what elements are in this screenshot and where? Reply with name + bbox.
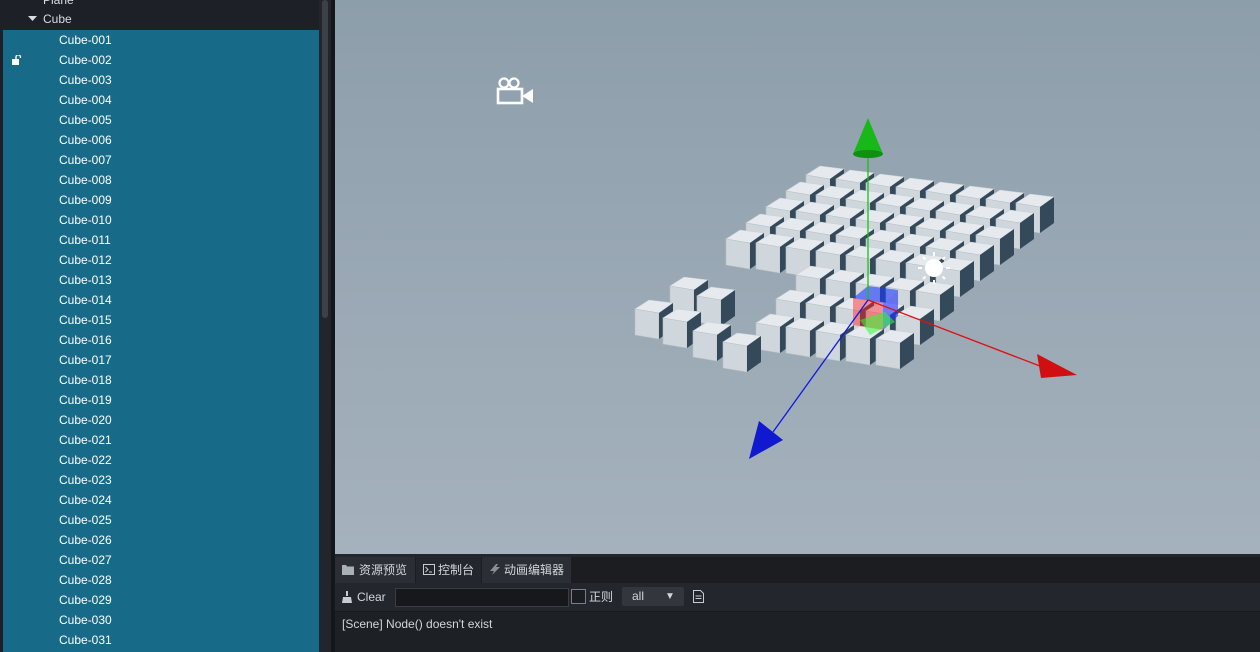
tree-item-label: Cube-001 (59, 33, 112, 47)
unlock-icon[interactable] (12, 55, 22, 65)
folder-icon (342, 565, 354, 575)
tree-item-cube[interactable]: Cube-024 (0, 490, 319, 510)
tree-item-label: Cube-016 (59, 333, 112, 347)
log-level-select[interactable]: all ▼ (622, 587, 684, 606)
tree-item-label: Cube-010 (59, 213, 112, 227)
hierarchy-panel: Plane Cube Cube-001 Cube-002 Cube-003 Cube-… (0, 0, 333, 652)
tree-item-cube[interactable]: Cube-014 (0, 290, 319, 310)
tree-item-label: Cube-022 (59, 453, 112, 467)
tree-item-cube[interactable]: Cube-001 (0, 30, 319, 50)
gizmo-y-arrow-base (853, 150, 883, 158)
tree-item-cube[interactable]: Cube-015 (0, 310, 319, 330)
tree-item-label: Cube-005 (59, 113, 112, 127)
tree-item-cube[interactable]: Cube-028 (0, 570, 319, 590)
tree-item-label: Cube-020 (59, 413, 112, 427)
tree-item-label: Cube-021 (59, 433, 112, 447)
bottom-tab-bar: 资源预览 控制台 动画编辑器 (335, 557, 1260, 583)
tree-item-cube[interactable]: Cube-012 (0, 250, 319, 270)
tab-assets-preview[interactable]: 资源预览 (335, 557, 415, 583)
tree-item-label: Cube-007 (59, 153, 112, 167)
tab-label: 动画编辑器 (504, 563, 565, 577)
broom-icon (342, 591, 352, 603)
tree-item-label: Cube-009 (59, 193, 112, 207)
tree-item-cube[interactable]: Cube-002 (0, 50, 319, 70)
log-level-value: all (632, 589, 645, 603)
tree-item-label: Cube-014 (59, 293, 112, 307)
log-entry[interactable]: [Scene] Node() doesn't exist (342, 617, 492, 631)
tree-item-cube[interactable]: Cube-029 (0, 590, 319, 610)
scene-canvas[interactable] (335, 0, 1260, 554)
tree-item-cube[interactable]: Cube-013 (0, 270, 319, 290)
tree-item-label: Cube-026 (59, 533, 112, 547)
tree-item-label: Cube-017 (59, 353, 112, 367)
tree-item-cube-group[interactable]: Cube (0, 9, 319, 29)
tree-item-cube[interactable]: Cube-027 (0, 550, 319, 570)
tree-item-label: Cube-024 (59, 493, 112, 507)
tree-item-label: Cube-002 (59, 53, 112, 67)
tree-item-cube[interactable]: Cube-009 (0, 190, 319, 210)
tree-item-label: Cube-015 (59, 313, 112, 327)
tree-item-cube[interactable]: Cube-006 (0, 130, 319, 150)
tree-item-cube[interactable]: Cube-030 (0, 610, 319, 630)
tree-item-label: Cube-030 (59, 613, 112, 627)
tree-item-label: Cube-023 (59, 473, 112, 487)
tree-item-cube[interactable]: Cube-025 (0, 510, 319, 530)
tree-item-label: Cube-003 (59, 73, 112, 87)
tab-console[interactable]: 控制台 (416, 557, 481, 583)
tree-item-cube[interactable]: Cube-021 (0, 430, 319, 450)
tree-item-cube[interactable]: Cube-019 (0, 390, 319, 410)
tree-item-label: Cube-018 (59, 373, 112, 387)
animation-icon (490, 564, 500, 575)
console-log-area: [Scene] Node() doesn't exist (335, 612, 1260, 652)
tree-item-cube[interactable]: Cube-022 (0, 450, 319, 470)
tree-item-label: Cube-004 (59, 93, 112, 107)
chevron-down-icon: ▼ (665, 591, 675, 602)
tree-item-label: Cube-008 (59, 173, 112, 187)
console-icon (423, 564, 435, 575)
regex-label: 正则 (589, 590, 614, 604)
tab-label: 控制台 (438, 563, 475, 577)
tree-item-label: Cube-031 (59, 633, 112, 647)
expand-arrow-icon[interactable] (28, 16, 37, 22)
tree-item-label: Cube-012 (59, 253, 112, 267)
tree-item-cube[interactable]: Cube-008 (0, 170, 319, 190)
tree-item-cube[interactable]: Cube-020 (0, 410, 319, 430)
hierarchy-scrollbar-thumb[interactable] (322, 0, 328, 318)
tree-item-label: Cube (43, 12, 72, 26)
tree-item-cube[interactable]: Cube-007 (0, 150, 319, 170)
tab-label: 资源预览 (359, 563, 408, 577)
tree-item-label: Cube-019 (59, 393, 112, 407)
tree-item-label: Cube-013 (59, 273, 112, 287)
tree-item-cube[interactable]: Cube-004 (0, 90, 319, 110)
tree-item-cube[interactable]: Cube-011 (0, 230, 319, 250)
console-toolbar: Clear 正则 all ▼ (335, 583, 1260, 612)
tree-item-cube[interactable]: Cube-005 (0, 110, 319, 130)
tree-item-cube[interactable]: Cube-017 (0, 350, 319, 370)
clear-label: Clear (357, 590, 386, 604)
tree-item-cube[interactable]: Cube-010 (0, 210, 319, 230)
tree-item-cube[interactable]: Cube-023 (0, 470, 319, 490)
tab-animation-editor[interactable]: 动画编辑器 (482, 557, 571, 583)
tree-item-label: Cube-029 (59, 593, 112, 607)
tree-item-label: Cube-028 (59, 573, 112, 587)
scene-viewport[interactable] (335, 0, 1260, 554)
tree-item-label: Cube-027 (59, 553, 112, 567)
bottom-panel: 资源预览 控制台 动画编辑器 Clear 正则 all ▼ [Scene] No… (335, 554, 1260, 652)
regex-checkbox[interactable] (571, 589, 586, 604)
console-filter-input[interactable] (395, 588, 569, 607)
tree-item-cube[interactable]: Cube-031 (0, 630, 319, 650)
tree-item-label: Cube-011 (59, 233, 111, 247)
tree-item-cube[interactable]: Cube-016 (0, 330, 319, 350)
tree-item-label: Cube-025 (59, 513, 112, 527)
tree-item-cube[interactable]: Cube-026 (0, 530, 319, 550)
tree-item-cube[interactable]: Cube-003 (0, 70, 319, 90)
open-log-file-icon[interactable] (693, 590, 704, 603)
tree-item-cube[interactable]: Cube-018 (0, 370, 319, 390)
tree-item-label: Cube-006 (59, 133, 112, 147)
